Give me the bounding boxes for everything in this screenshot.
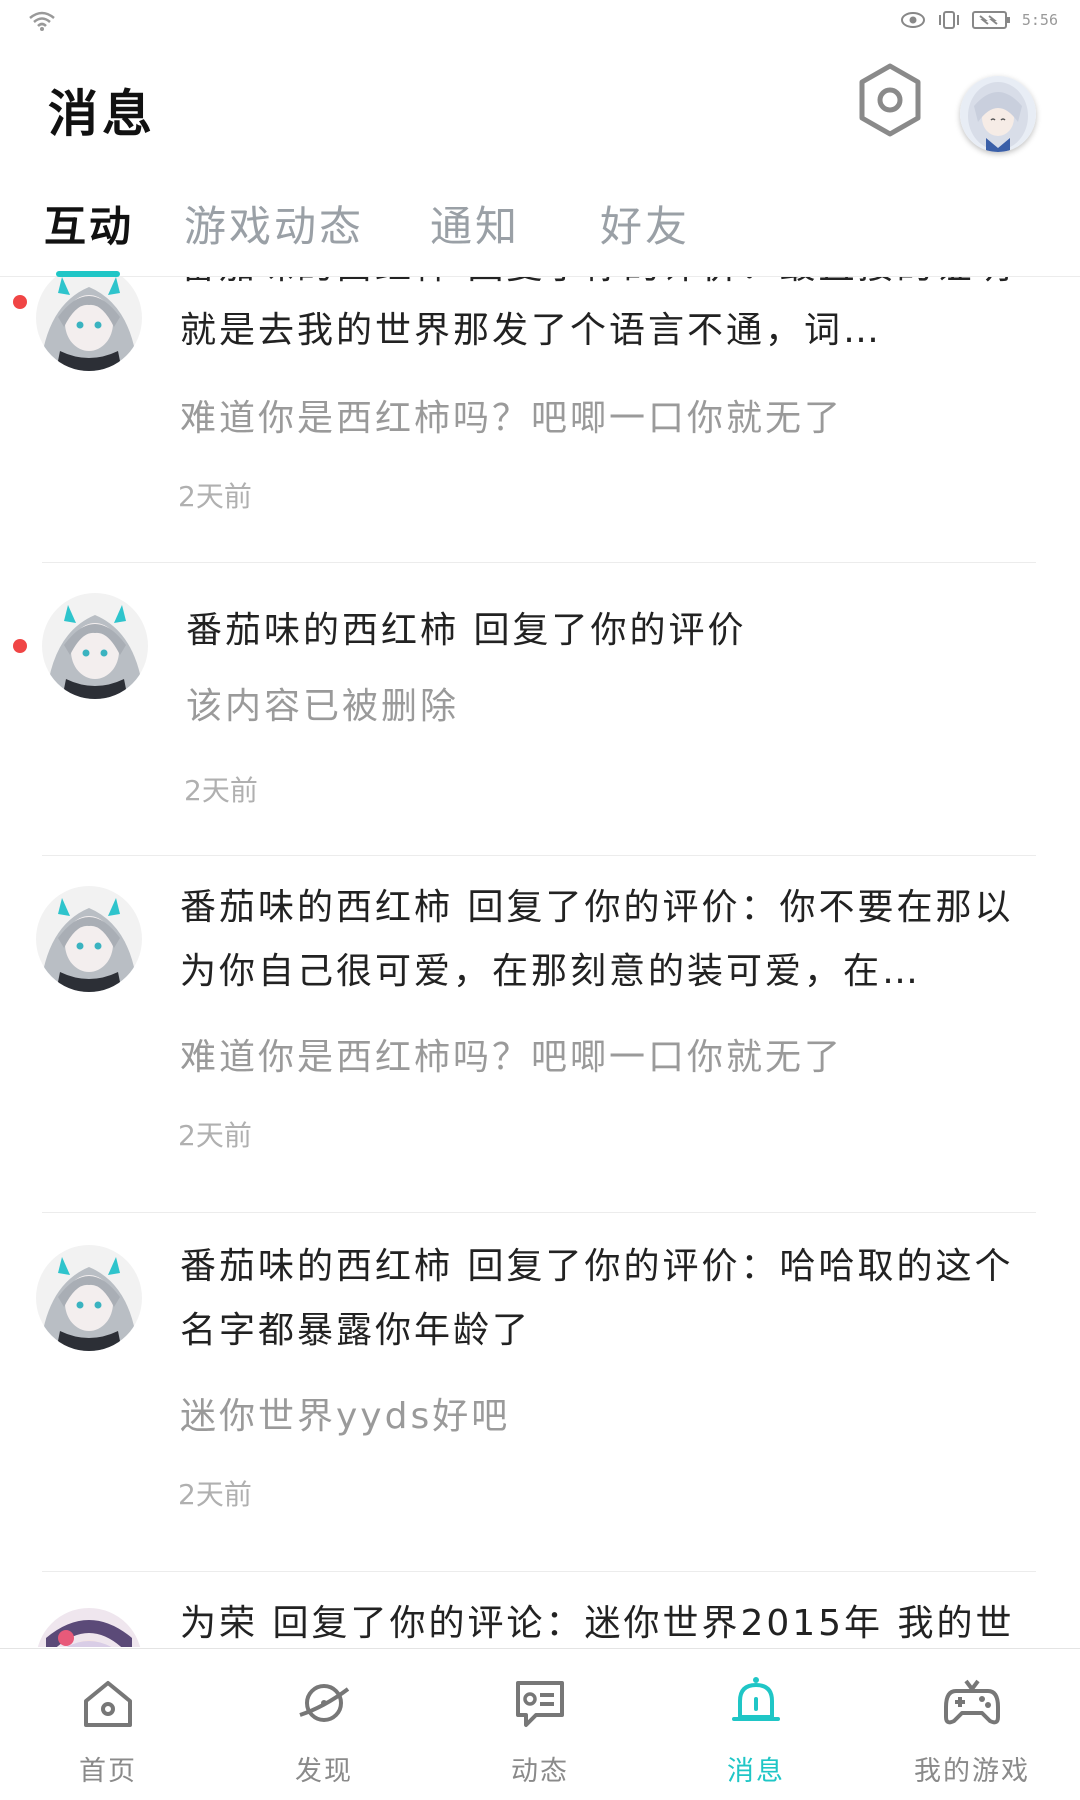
message-title: 番茄味的西红柿 回复了你的评价 — [186, 610, 747, 651]
message-time: 2天前 — [178, 480, 252, 513]
nav-discover-label: 发现 — [295, 1756, 353, 1787]
eye-icon — [900, 12, 925, 28]
list-item[interactable]: 番茄味的西红柿 回复了你的评价 该内容已被删除 2天前 — [0, 563, 1080, 855]
feed-icon — [516, 1681, 564, 1727]
tab-game-news[interactable]: 游戏动态 — [184, 193, 364, 254]
message-quote: 难道你是西红柿吗？吧唧一口你就无了 — [180, 1037, 844, 1078]
message-title: 番茄味的西红柿 回复了你的评价：你不要在那以为你自己很可爱，在那刻意的装可爱，在… — [180, 887, 1014, 992]
battery-icon — [971, 11, 1010, 29]
message-list[interactable]: 番茄味的西红柿 回复了你的评价：最直接的证明就是去我的世界那发了个语言不通，词…… — [0, 277, 1080, 1647]
avatar[interactable] — [36, 886, 142, 992]
message-title: 为荣 回复了你的评论：迷你世界2015年 我的世 — [180, 1603, 1015, 1644]
status-time: 5:56 — [1021, 11, 1058, 29]
nav-feed[interactable]: 动态 — [432, 1649, 648, 1800]
bottom-nav: 首页 发现 动态 消息 我的游戏 — [0, 1648, 1080, 1800]
user-avatar[interactable] — [960, 76, 1036, 152]
avatar[interactable] — [42, 593, 148, 699]
tab-friends[interactable]: 好友 — [600, 193, 690, 254]
wifi-icon — [29, 11, 55, 31]
nav-my-games-label: 我的游戏 — [914, 1756, 1030, 1787]
nav-home[interactable]: 首页 — [0, 1649, 216, 1800]
nav-messages[interactable]: 消息 — [648, 1649, 864, 1800]
message-title: 番茄味的西红柿 回复了你的评价：最直接的证明就是去我的世界那发了个语言不通，词… — [180, 277, 1010, 351]
gamepad-icon — [944, 1679, 1000, 1725]
bell-icon — [732, 1677, 780, 1721]
settings-hexagon-icon[interactable] — [856, 62, 924, 138]
tab-interaction[interactable]: 互动 — [44, 193, 134, 254]
avatar[interactable] — [36, 1245, 142, 1351]
status-bar: 5:56 — [0, 0, 1080, 44]
message-quote: 该内容已被删除 — [186, 686, 460, 727]
tab-bar: 互动 游戏动态 通知 好友 — [0, 185, 1080, 277]
message-quote: 迷你世界yyds好吧 — [180, 1396, 511, 1437]
page-title: 消息 — [48, 85, 156, 143]
tab-notifications[interactable]: 通知 — [430, 193, 520, 254]
nav-my-games[interactable]: 我的游戏 — [864, 1649, 1080, 1800]
message-title: 番茄味的西红柿 回复了你的评价：哈哈取的这个名字都暴露你年龄了 — [180, 1246, 1014, 1351]
list-item[interactable]: 番茄味的西红柿 回复了你的评价：最直接的证明就是去我的世界那发了个语言不通，词…… — [0, 277, 1080, 555]
nav-home-label: 首页 — [79, 1756, 137, 1787]
nav-messages-label: 消息 — [727, 1756, 785, 1787]
vibrate-icon — [938, 11, 959, 29]
planet-icon — [299, 1684, 350, 1722]
message-time: 2天前 — [178, 1478, 252, 1511]
message-time: 2天前 — [184, 774, 258, 807]
list-item[interactable]: 为荣 回复了你的评论：迷你世界2015年 我的世 — [0, 1572, 1080, 1647]
unread-dot — [13, 295, 27, 309]
message-time: 2天前 — [178, 1119, 252, 1152]
avatar[interactable] — [36, 1608, 142, 1647]
unread-dot — [13, 639, 27, 653]
list-item[interactable]: 番茄味的西红柿 回复了你的评价：哈哈取的这个名字都暴露你年龄了 迷你世界yyds… — [0, 1213, 1080, 1571]
home-icon — [84, 1681, 132, 1727]
nav-discover[interactable]: 发现 — [216, 1649, 432, 1800]
message-quote: 难道你是西红柿吗？吧唧一口你就无了 — [180, 398, 844, 439]
avatar[interactable] — [36, 277, 142, 371]
nav-feed-label: 动态 — [511, 1756, 569, 1787]
header: 消息 — [0, 50, 1080, 170]
list-item[interactable]: 番茄味的西红柿 回复了你的评价：你不要在那以为你自己很可爱，在那刻意的装可爱，在… — [0, 856, 1080, 1212]
